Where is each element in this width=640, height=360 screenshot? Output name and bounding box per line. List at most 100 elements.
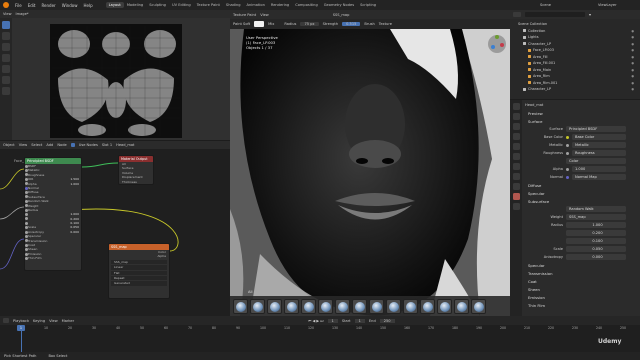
source-dropdown[interactable]: Generated: [111, 281, 167, 286]
image-editor-view-menu[interactable]: View: [3, 12, 12, 16]
gizmo-x-axis-icon[interactable]: [500, 43, 504, 47]
view-layer-selector[interactable]: ViewLayer: [598, 3, 617, 7]
brush-thumb-1-icon[interactable]: [233, 298, 248, 314]
material-selector[interactable]: Head_mat: [116, 143, 134, 147]
texture-panel-menu[interactable]: Texture: [379, 22, 392, 26]
input-socket-icon[interactable]: [25, 177, 28, 181]
material-prop-field[interactable]: Normal Map: [572, 174, 626, 180]
section-diffuse[interactable]: Diffuse: [522, 181, 640, 189]
node-menu-view[interactable]: View: [19, 143, 28, 147]
interpolation-dropdown[interactable]: Linear: [111, 265, 167, 270]
brush-thumb-12-icon[interactable]: [420, 298, 435, 314]
viewport-view-menu[interactable]: View: [260, 13, 269, 17]
visibility-eye-icon[interactable]: ●: [631, 61, 634, 65]
input-socket-icon[interactable]: [25, 186, 28, 190]
visibility-eye-icon[interactable]: ●: [631, 29, 634, 33]
visibility-eye-icon[interactable]: ●: [631, 68, 634, 72]
material-prop-field[interactable]: 1.000: [572, 166, 626, 172]
node-menu-add[interactable]: Add: [46, 143, 53, 147]
image-datablock-field[interactable]: SSS_map: [111, 259, 167, 265]
input-socket-icon[interactable]: [25, 234, 28, 238]
projection-dropdown[interactable]: Flat: [111, 270, 167, 275]
input-socket-icon[interactable]: [25, 243, 28, 247]
tab-scripting[interactable]: Scripting: [357, 2, 379, 8]
material-prop-field[interactable]: Color: [566, 158, 626, 164]
fill-tool-icon[interactable]: [2, 65, 10, 73]
visibility-eye-icon[interactable]: ●: [631, 42, 634, 46]
use-nodes-checkbox[interactable]: [70, 143, 75, 147]
start-frame-field[interactable]: 1: [354, 318, 365, 323]
brush-panel-menu[interactable]: Brush: [364, 22, 374, 26]
brush-thumb-10-icon[interactable]: [386, 298, 401, 314]
section-surface[interactable]: Surface: [522, 117, 640, 125]
visibility-eye-icon[interactable]: ●: [631, 55, 634, 59]
principled-bsdf-node[interactable]: Principled BSDF BSDF Metallic Roughness IOR…: [24, 157, 82, 271]
section-sheen[interactable]: Sheen: [522, 285, 640, 293]
radius-r-field[interactable]: 1.000: [566, 222, 626, 228]
tool-props-icon[interactable]: [512, 103, 520, 110]
section-subsurface[interactable]: Subsurface: [522, 197, 640, 205]
radius-b-field[interactable]: 0.100: [566, 238, 626, 244]
gizmo-z-axis-icon[interactable]: [491, 45, 495, 49]
subsurface-method-dropdown[interactable]: Random Walk: [566, 206, 626, 212]
timeline-menu-keying[interactable]: Keying: [33, 319, 45, 323]
radius-g-field[interactable]: 0.200: [566, 230, 626, 236]
radius-field[interactable]: 75 px: [300, 22, 319, 26]
section-preview[interactable]: Preview: [522, 109, 640, 117]
surface-shader-field[interactable]: Principled BSDF: [566, 126, 626, 132]
visibility-eye-icon[interactable]: ●: [631, 35, 634, 39]
node-menu-node[interactable]: Node: [57, 143, 66, 147]
section-specular[interactable]: Specular: [522, 261, 640, 269]
input-socket-icon[interactable]: [25, 230, 28, 234]
menu-window[interactable]: Window: [59, 3, 81, 8]
clone-tool-icon[interactable]: [2, 54, 10, 62]
brush-thumb-7-icon[interactable]: [335, 298, 350, 314]
brush-thumb-4-icon[interactable]: [284, 298, 299, 314]
filter-icon[interactable]: ▾: [589, 12, 591, 17]
image-editor-image-menu[interactable]: Image*: [16, 12, 29, 16]
timeline-editor-type-icon[interactable]: [3, 318, 9, 323]
modifier-props-icon[interactable]: [512, 163, 520, 170]
brush-thumb-13-icon[interactable]: [437, 298, 452, 314]
uv-image-canvas[interactable]: [12, 18, 230, 140]
visibility-eye-icon[interactable]: ●: [631, 48, 634, 52]
world-props-icon[interactable]: [512, 143, 520, 150]
slot-selector[interactable]: Slot 1: [102, 143, 112, 147]
brush-tool-icon[interactable]: [2, 32, 10, 40]
visibility-eye-icon[interactable]: ●: [631, 87, 634, 91]
menu-file[interactable]: File: [12, 3, 25, 8]
tab-sculpting[interactable]: Sculpting: [146, 2, 169, 8]
timeline-track[interactable]: 0102030405060708090100110120130140150160…: [0, 325, 640, 352]
extension-dropdown[interactable]: Repeat: [111, 275, 167, 281]
object-props-icon[interactable]: [512, 153, 520, 160]
menu-edit[interactable]: Edit: [25, 3, 39, 8]
tab-layout[interactable]: Layout: [105, 2, 124, 8]
blender-logo-icon[interactable]: [3, 2, 9, 8]
image-socket-alpha[interactable]: Alpha: [109, 254, 169, 258]
tab-compositing[interactable]: Compositing: [292, 2, 321, 8]
tab-rendering[interactable]: Rendering: [268, 2, 292, 8]
brush-shelf-filter[interactable]: All: [248, 290, 252, 294]
input-socket-icon[interactable]: [25, 199, 28, 203]
input-socket-icon[interactable]: [25, 217, 28, 221]
image-texture-node[interactable]: SSS_map Color Alpha SSS_map Linear Flat …: [108, 243, 170, 299]
strength-field[interactable]: 0.515: [342, 22, 361, 26]
mode-selector[interactable]: Texture Paint: [233, 13, 256, 17]
smear-tool-icon[interactable]: [2, 43, 10, 51]
scene-props-icon[interactable]: [512, 133, 520, 140]
gizmo-y-axis-icon[interactable]: [495, 35, 499, 39]
brush-color-swatch[interactable]: [254, 21, 265, 27]
tab-geometry-nodes[interactable]: Geometry Nodes: [321, 2, 357, 8]
tab-animation[interactable]: Animation: [244, 2, 268, 8]
input-socket-icon[interactable]: [25, 212, 28, 216]
input-socket-icon[interactable]: [25, 256, 28, 260]
tab-shading[interactable]: Shading: [223, 2, 244, 8]
material-output-node[interactable]: Material Output All Surface Volume Displ…: [118, 155, 154, 185]
input-socket-icon[interactable]: [25, 164, 28, 168]
scale-field[interactable]: 0.050: [566, 246, 626, 252]
brush-thumb-14-icon[interactable]: [454, 298, 469, 314]
physics-props-icon[interactable]: [512, 173, 520, 180]
navigation-gizmo[interactable]: [488, 35, 506, 53]
select-tool-icon[interactable]: [2, 21, 10, 29]
brush-thumb-8-icon[interactable]: [352, 298, 367, 314]
